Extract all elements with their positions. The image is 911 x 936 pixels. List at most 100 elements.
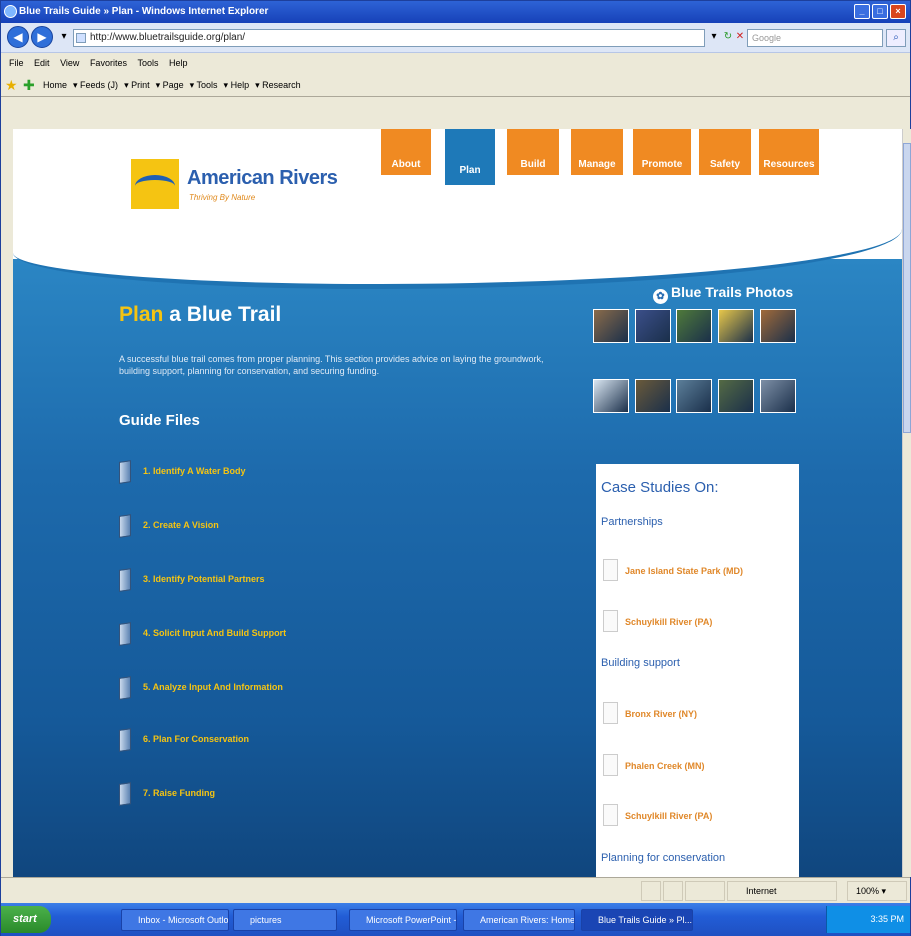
address-dropdown[interactable]: ▾ — [707, 30, 721, 44]
taskbar-item[interactable]: Microsoft PowerPoint - [... — [349, 909, 457, 931]
case-study-label[interactable]: Bronx River (NY) — [625, 709, 697, 719]
page-icon — [603, 754, 618, 776]
case-study-label[interactable]: Phalen Creek (MN) — [625, 761, 705, 771]
page-title-highlight: Plan — [119, 303, 164, 326]
taskbar-item-active[interactable]: Blue Trails Guide » Pl... — [581, 909, 693, 931]
guide-file-label[interactable]: 7. Raise Funding — [143, 788, 215, 798]
nav-tab-about[interactable]: About — [381, 129, 431, 175]
stop-icon[interactable]: ✕ — [733, 30, 747, 44]
search-icon[interactable]: ⌕ — [886, 29, 906, 47]
nav-tab-promote[interactable]: Promote — [633, 129, 691, 175]
add-favorites-icon[interactable]: ✚ — [23, 77, 39, 93]
case-studies-title: Case Studies On: — [601, 479, 719, 496]
window-title: Blue Trails Guide » Plan - Windows Inter… — [19, 6, 269, 17]
close-button[interactable]: × — [890, 4, 906, 19]
photo-thumbnail[interactable] — [760, 309, 796, 343]
title-bar: Blue Trails Guide » Plan - Windows Inter… — [1, 1, 910, 23]
menu-edit[interactable]: Edit — [34, 58, 50, 68]
menu-view[interactable]: View — [60, 58, 79, 68]
ie-icon — [4, 5, 17, 18]
print-button[interactable]: Print — [131, 80, 150, 90]
photos-heading[interactable]: ✿ Blue Trails Photos — [653, 284, 793, 304]
document-icon — [119, 622, 131, 646]
nav-tab-resources[interactable]: Resources — [759, 129, 819, 175]
photo-thumbnail[interactable] — [593, 379, 629, 413]
scrollbar-thumb[interactable] — [903, 143, 911, 433]
back-button[interactable]: ◀ — [7, 26, 29, 48]
menu-help[interactable]: Help — [169, 58, 188, 68]
photo-thumbnail[interactable] — [676, 379, 712, 413]
page-icon — [603, 804, 618, 826]
guide-file-label[interactable]: 2. Create A Vision — [143, 520, 219, 530]
nav-tab-plan[interactable]: Plan — [445, 129, 495, 185]
zone-label: Internet — [746, 886, 777, 896]
favorites-star-icon[interactable]: ★ — [5, 77, 21, 93]
status-segment — [641, 881, 661, 901]
address-field[interactable]: http://www.bluetrailsguide.org/plan/ — [73, 29, 705, 47]
nav-tab-safety[interactable]: Safety — [699, 129, 751, 175]
case-studies-panel: Case Studies On: Partnerships Jane Islan… — [596, 464, 799, 877]
guide-files-heading: Guide Files — [119, 412, 200, 429]
zone-indicator: Internet — [727, 881, 837, 901]
document-icon — [119, 676, 131, 700]
tools-menu-button[interactable]: Tools — [197, 80, 218, 90]
menu-tools[interactable]: Tools — [137, 58, 158, 68]
logo-name[interactable]: American Rivers — [187, 167, 338, 190]
nav-tab-build[interactable]: Build — [507, 129, 559, 175]
command-bar: ★ ✚ Home ▾ Feeds (J) ▾ Print ▾ Page ▾ Tools ▾… — [1, 73, 910, 97]
start-button[interactable]: start — [1, 906, 51, 933]
photo-thumbnail[interactable] — [718, 309, 754, 343]
taskbar-item[interactable]: American Rivers: Home -... — [463, 909, 575, 931]
status-bar: Internet 100% ▾ — [1, 877, 910, 903]
menu-file[interactable]: File — [9, 58, 24, 68]
page-icon — [603, 559, 618, 581]
document-icon — [119, 514, 131, 538]
address-toolbar: ◀ ▶ ▾ http://www.bluetrailsguide.org/pla… — [1, 23, 910, 53]
menu-favorites[interactable]: Favorites — [90, 58, 127, 68]
home-button[interactable]: Home — [43, 80, 67, 90]
photo-thumbnail[interactable] — [718, 379, 754, 413]
forward-button[interactable]: ▶ — [31, 26, 53, 48]
zoom-label: 100% — [856, 886, 880, 896]
american-rivers-logo[interactable] — [131, 159, 179, 209]
help-menu-button[interactable]: Help — [231, 80, 250, 90]
minimize-button[interactable]: _ — [854, 4, 870, 19]
feeds-button[interactable]: Feeds (J) — [80, 80, 118, 90]
research-button[interactable]: Research — [262, 80, 301, 90]
web-page: American Rivers Thriving By Nature About… — [13, 129, 902, 877]
search-input[interactable]: Google — [747, 29, 883, 47]
document-icon — [119, 782, 131, 806]
guide-file-label[interactable]: 5. Analyze Input And Information — [143, 682, 283, 692]
photo-thumbnail[interactable] — [593, 309, 629, 343]
case-study-label[interactable]: Schuylkill River (PA) — [625, 617, 712, 627]
maximize-button[interactable]: □ — [872, 4, 888, 19]
menu-bar: File Edit View Favorites Tools Help — [1, 53, 910, 73]
document-icon — [119, 568, 131, 592]
guide-file-label[interactable]: 6. Plan For Conservation — [143, 734, 249, 744]
photo-thumbnail[interactable] — [635, 379, 671, 413]
system-tray: 3:35 PM — [826, 906, 910, 933]
guide-file-label[interactable]: 1. Identify A Water Body — [143, 466, 246, 476]
case-study-label[interactable]: Schuylkill River (PA) — [625, 811, 712, 821]
intro-text: A successful blue trail comes from prope… — [119, 354, 544, 376]
guide-file-label[interactable]: 3. Identify Potential Partners — [143, 574, 265, 584]
vertical-scrollbar[interactable] — [902, 129, 911, 877]
status-segment — [663, 881, 683, 901]
logo-tagline: Thriving By Nature — [189, 193, 256, 202]
guide-file-label[interactable]: 4. Solicit Input And Build Support — [143, 628, 286, 638]
document-icon — [119, 460, 131, 484]
nav-tab-manage[interactable]: Manage — [571, 129, 623, 175]
taskbar-item[interactable]: pictures — [233, 909, 337, 931]
taskbar-item[interactable]: Inbox - Microsoft Outlook — [121, 909, 229, 931]
browser-window: Blue Trails Guide » Plan - Windows Inter… — [0, 0, 911, 936]
photo-thumbnail[interactable] — [676, 309, 712, 343]
page-icon — [76, 33, 86, 43]
photo-thumbnail[interactable] — [635, 309, 671, 343]
case-study-label[interactable]: Jane Island State Park (MD) — [625, 566, 743, 576]
photo-thumbnail[interactable] — [760, 379, 796, 413]
address-url: http://www.bluetrailsguide.org/plan/ — [90, 32, 246, 43]
recent-pages-dropdown[interactable]: ▾ — [57, 30, 71, 44]
security-icon — [685, 881, 725, 901]
page-menu-button[interactable]: Page — [163, 80, 184, 90]
zoom-control[interactable]: 100% ▾ — [847, 881, 907, 901]
